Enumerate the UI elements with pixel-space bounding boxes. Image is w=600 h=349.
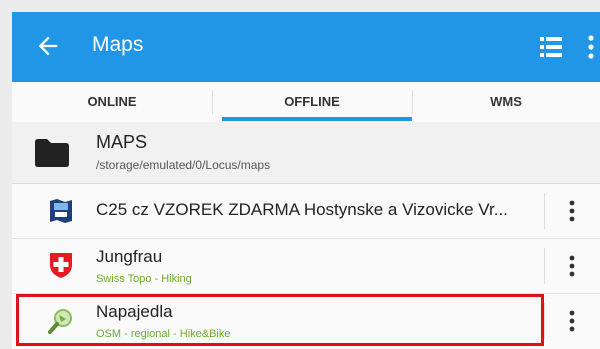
folder-icon — [35, 139, 69, 167]
page-title: Maps — [92, 33, 144, 56]
list-view-icon[interactable] — [540, 36, 562, 58]
more-vertical-icon[interactable] — [565, 308, 579, 334]
folder-name: MAPS — [96, 132, 148, 152]
divider — [544, 193, 545, 229]
tab-online[interactable]: ONLINE — [12, 82, 212, 122]
tab-wms[interactable]: WMS — [412, 82, 600, 122]
divider — [544, 303, 545, 339]
tab-offline[interactable]: OFFLINE — [212, 82, 412, 122]
arrow-left-icon[interactable] — [34, 32, 62, 60]
more-vertical-icon[interactable] — [586, 33, 596, 61]
tab-indicator — [222, 117, 412, 121]
more-vertical-icon[interactable] — [565, 253, 579, 279]
app-bar: Maps — [12, 12, 600, 82]
folder-path: /storage/emulated/0/Locus/maps — [96, 158, 271, 172]
highlight-box — [16, 294, 544, 346]
more-vertical-icon[interactable] — [565, 198, 579, 224]
map-subtitle: Swiss Topo - Hiking — [96, 273, 192, 285]
list-item-c25[interactable]: C25 cz VZOREK ZDARMA Hostynske a Vizovic… — [12, 184, 600, 239]
swiss-cross-icon — [50, 253, 72, 278]
divider — [544, 248, 545, 284]
map-name: Jungfrau — [96, 247, 163, 266]
tab-bar: ONLINE OFFLINE WMS — [12, 82, 600, 123]
list-item-jungfrau[interactable]: Jungfrau Swiss Topo - Hiking — [12, 239, 600, 294]
map-pack-icon — [50, 199, 72, 223]
folder-row-maps[interactable]: MAPS /storage/emulated/0/Locus/maps — [12, 122, 600, 184]
map-name: C25 cz VZOREK ZDARMA Hostynske a Vizovic… — [96, 200, 508, 219]
